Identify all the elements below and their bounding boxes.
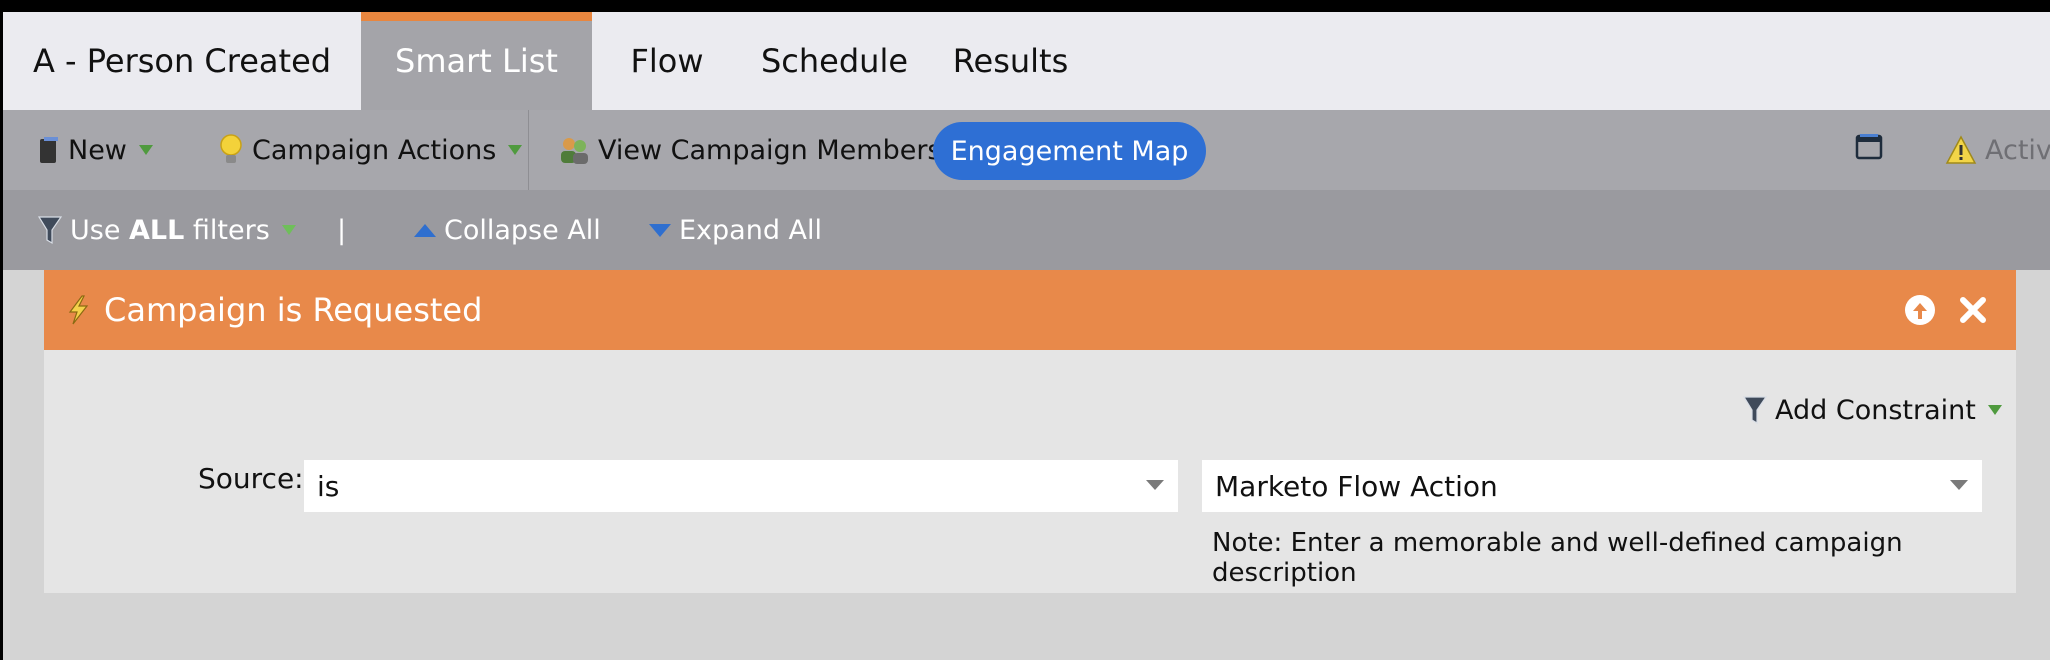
toolbar-divider [528, 110, 529, 190]
chevron-down-icon [508, 145, 523, 155]
tab-program-name[interactable]: A - Person Created [3, 12, 361, 110]
status-indicator: Active [1945, 110, 2050, 190]
new-button[interactable]: New [38, 110, 153, 190]
status-label: Active [1985, 134, 2050, 166]
expand-icon [649, 223, 671, 237]
new-doc-icon [38, 135, 60, 165]
warning-icon [1945, 135, 1977, 165]
remove-filter-button[interactable] [1957, 294, 1989, 334]
view-campaign-members-label: View Campaign Members [598, 134, 942, 166]
collapse-icon [414, 223, 436, 237]
lightbulb-icon [218, 133, 244, 167]
chevron-down-icon [1146, 480, 1164, 490]
close-icon [1957, 296, 1989, 334]
people-icon [558, 134, 590, 166]
tab-schedule[interactable]: Schedule [742, 12, 927, 110]
trigger-icon [64, 294, 92, 326]
collapse-all-label: Collapse All [444, 214, 601, 246]
filter-card-body: Add Constraint Source: is Marketo Flow A… [44, 350, 2016, 593]
filter-title: Campaign is Requested [104, 291, 483, 329]
app-frame: A - Person Created Smart List Flow Sched… [3, 12, 2050, 660]
filter-bar: Use ALL filters | Collapse All Expand Al… [3, 190, 2050, 270]
chevron-down-icon [1950, 480, 1968, 490]
add-constraint-label: Add Constraint [1775, 394, 1976, 426]
window-toggle-button[interactable] [1855, 110, 1883, 190]
view-campaign-members-button[interactable]: View Campaign Members [558, 110, 942, 190]
tab-smart-list[interactable]: Smart List [361, 12, 592, 110]
source-value: Marketo Flow Action [1215, 469, 1498, 503]
chevron-down-icon [281, 225, 296, 235]
operator-select[interactable]: is [304, 460, 1178, 512]
add-constraint-button[interactable]: Add Constraint [1741, 394, 2002, 426]
filter-logic-dropdown[interactable]: Use ALL filters [36, 190, 296, 270]
window-icon [1855, 133, 1883, 167]
campaign-actions-label: Campaign Actions [252, 134, 497, 166]
chevron-down-icon [1987, 405, 2002, 415]
operator-value: is [317, 469, 340, 503]
filter-card-header: Campaign is Requested [44, 270, 2016, 350]
expand-all-button[interactable]: Expand All [649, 190, 822, 270]
separator: | [337, 214, 347, 246]
funnel-icon [1741, 394, 1769, 426]
engagement-map-button[interactable]: Engagement Map [933, 122, 1206, 180]
filter-logic-suffix: filters [184, 214, 270, 246]
collapse-all-button[interactable]: Collapse All [414, 190, 601, 270]
campaign-actions-button[interactable]: Campaign Actions [218, 110, 523, 190]
tab-flow[interactable]: Flow [592, 12, 742, 110]
tab-bar: A - Person Created Smart List Flow Sched… [3, 12, 2050, 110]
chevron-down-icon [138, 145, 153, 155]
funnel-icon [36, 214, 64, 246]
move-up-button[interactable] [1905, 295, 1935, 325]
source-label: Source: [198, 462, 304, 495]
arrow-up-icon [1911, 291, 1929, 329]
filter-logic-bold: ALL [129, 214, 185, 246]
source-select[interactable]: Marketo Flow Action [1202, 460, 1982, 512]
expand-all-label: Expand All [679, 214, 823, 246]
new-label: New [68, 134, 127, 166]
tab-results[interactable]: Results [927, 12, 1094, 110]
filter-logic-prefix: Use [70, 214, 130, 246]
description-note: Note: Enter a memorable and well-defined… [1212, 528, 1903, 588]
toolbar: New Campaign Actions View Campaign Membe… [3, 110, 2050, 190]
